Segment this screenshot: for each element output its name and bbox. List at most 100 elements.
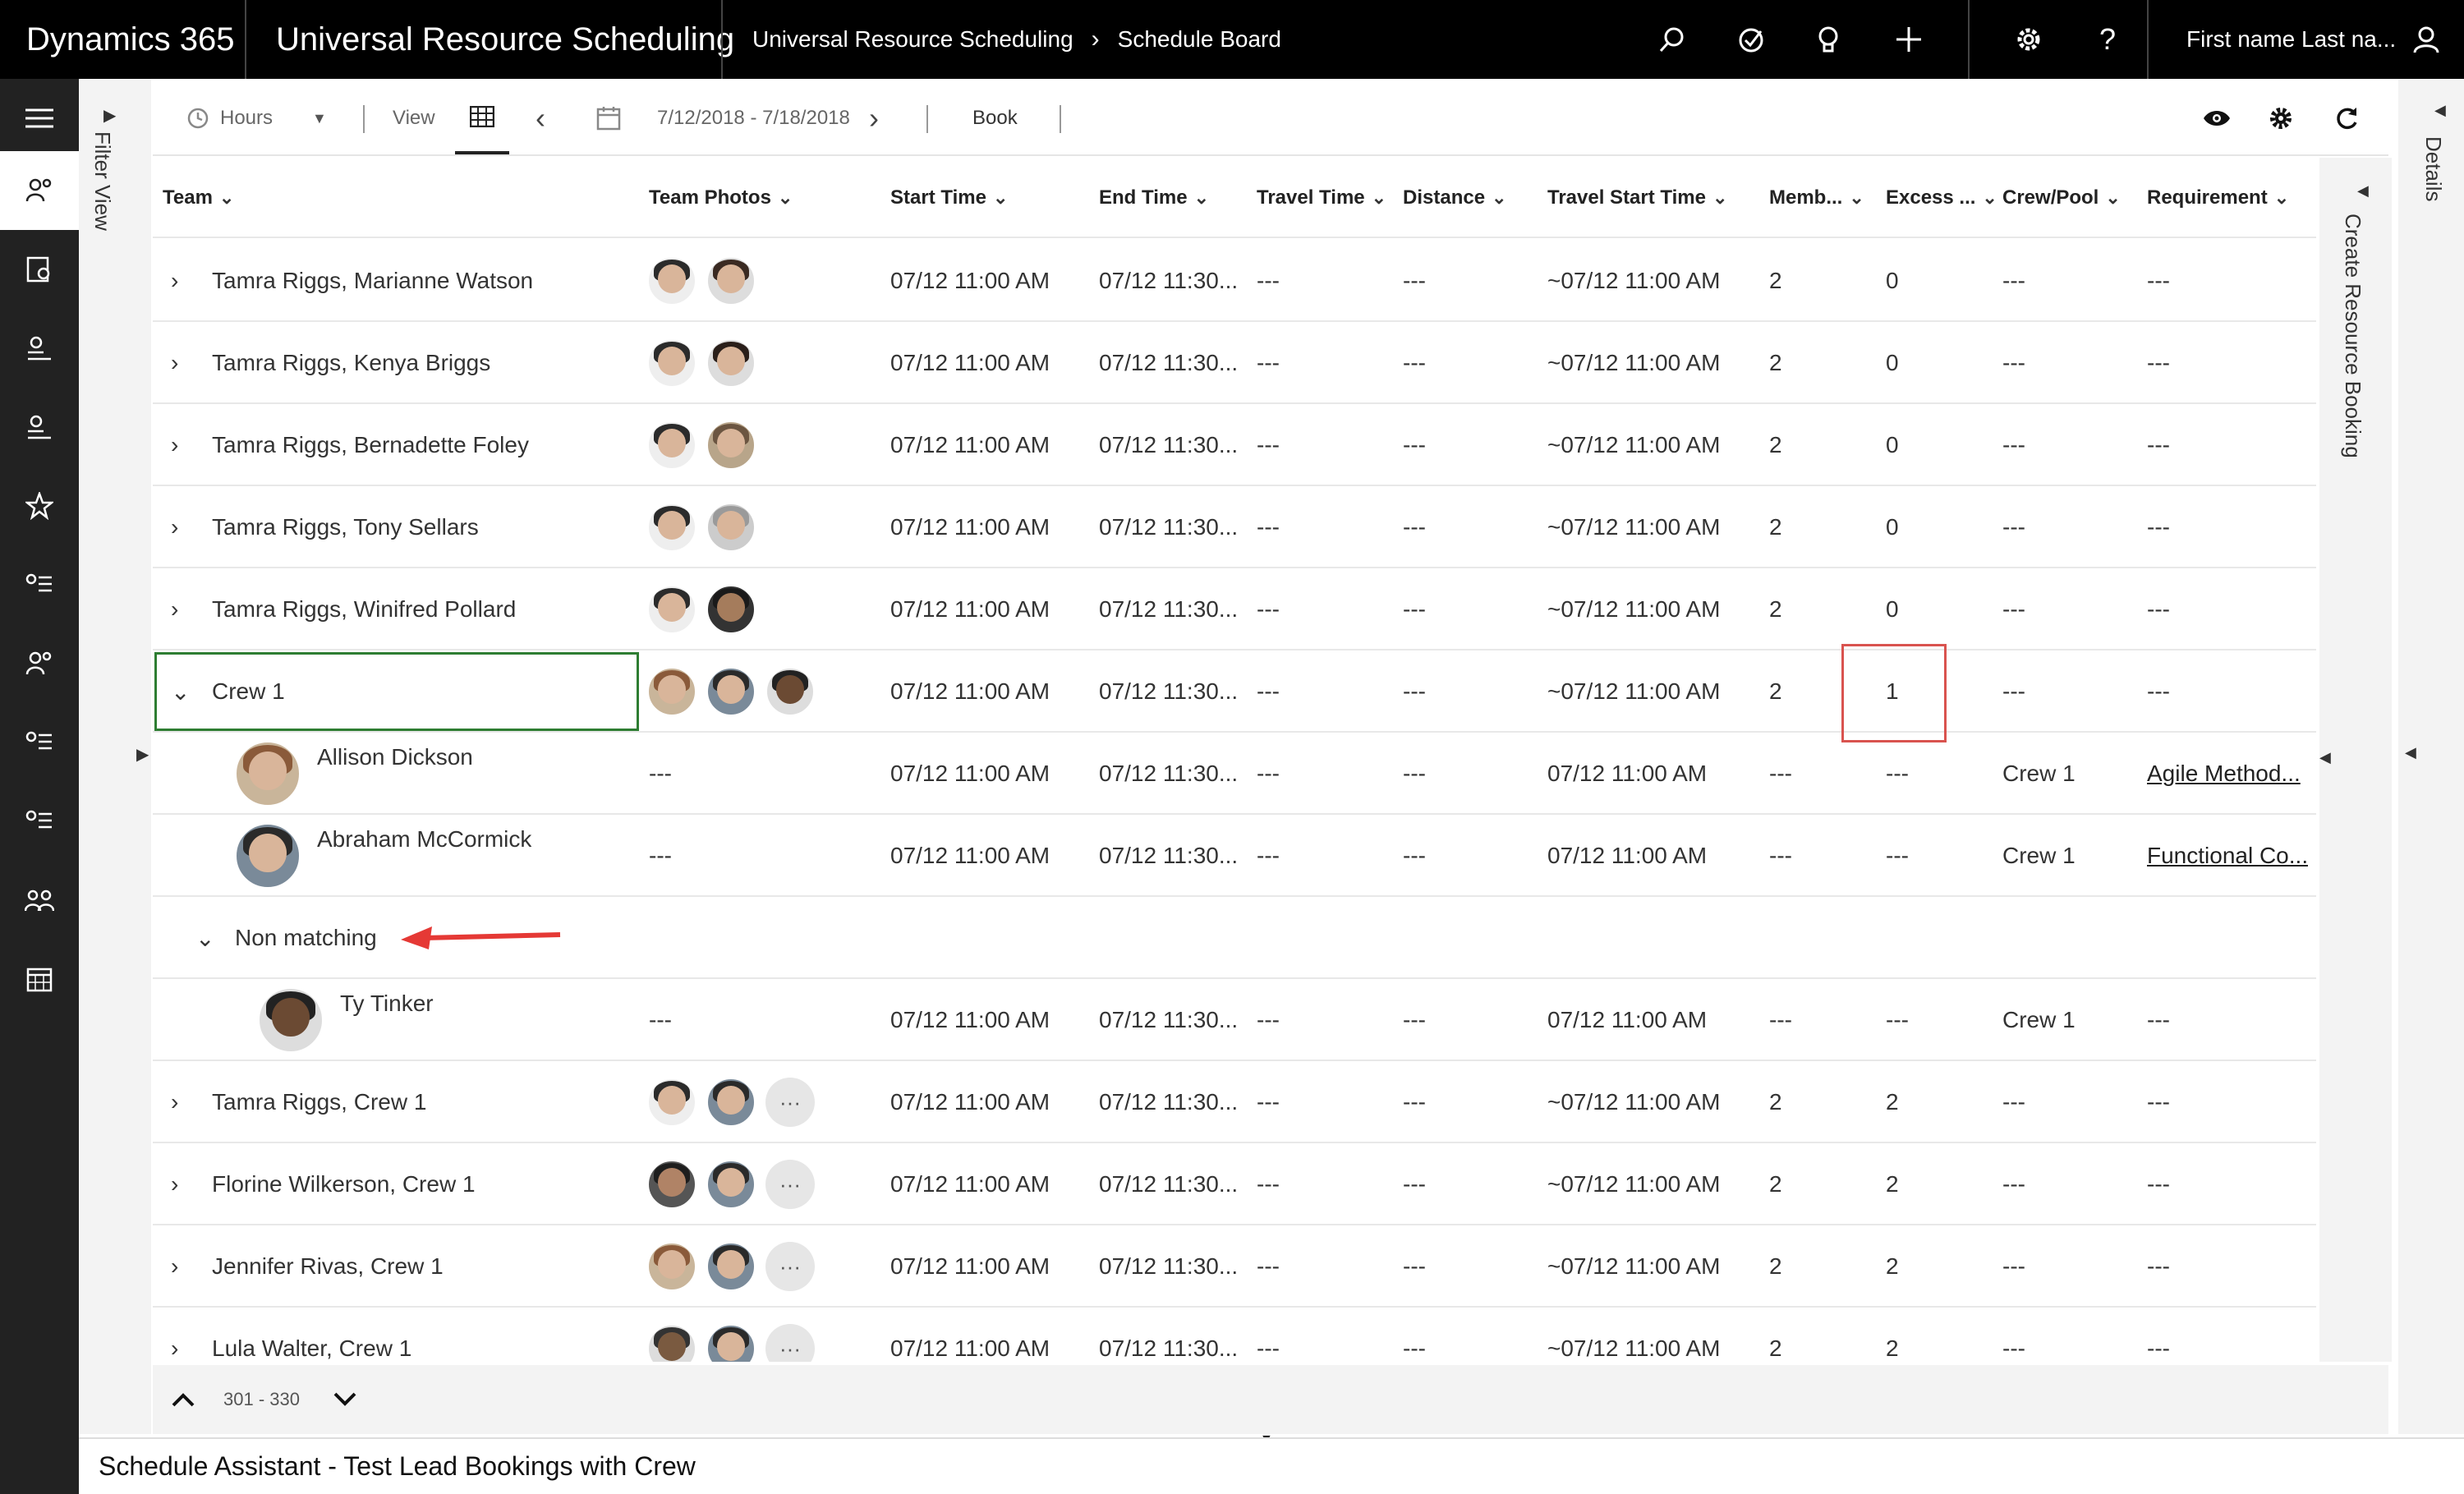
nav-booking-status-icon[interactable] (0, 388, 79, 467)
grid-view-icon[interactable] (455, 82, 509, 154)
nav-crew-icon[interactable] (0, 624, 79, 703)
details-panel[interactable]: ◀ ◀ (2398, 79, 2464, 1434)
previous-icon[interactable]: ‹ (536, 82, 545, 154)
date-range[interactable]: 7/12/2018 - 7/18/2018 (657, 82, 850, 154)
column-header-distance[interactable]: Distance ⌄ (1403, 158, 1506, 238)
table-row[interactable]: › Tamra Riggs, Winifred Pollard 07/12 11… (153, 568, 2316, 650)
refresh-icon[interactable] (2334, 82, 2359, 154)
app-name[interactable]: Universal Resource Scheduling (276, 0, 734, 79)
avatar (706, 1242, 756, 1291)
calendar-icon[interactable] (0, 940, 79, 1018)
travel-time: --- (1257, 761, 1280, 786)
star-icon[interactable] (0, 467, 79, 545)
column-header-requirement[interactable]: Requirement ⌄ (2147, 158, 2289, 238)
plus-icon[interactable] (1887, 18, 1930, 61)
column-header-team-photos[interactable]: Team Photos ⌄ (649, 158, 793, 238)
user-menu[interactable]: First name Last na... (2186, 0, 2440, 79)
nav-list-icon[interactable] (0, 545, 79, 624)
calendar-icon[interactable] (596, 82, 621, 154)
table-row-member[interactable]: Abraham McCormick --- 07/12 11:00 AM 07/… (153, 815, 2316, 897)
more-members-icon[interactable]: ··· (765, 1242, 815, 1291)
expand-chevron-icon[interactable]: › (171, 322, 178, 404)
nav-resources-icon[interactable] (0, 151, 79, 230)
task-icon[interactable] (1730, 18, 1772, 61)
expand-left-icon[interactable]: ◀ (2405, 744, 2416, 761)
more-members-icon[interactable]: ··· (765, 1078, 815, 1127)
expand-chevron-icon[interactable]: › (171, 568, 178, 650)
lightbulb-icon[interactable] (1807, 18, 1850, 61)
nav-bookings-icon[interactable] (0, 309, 79, 388)
expand-chevron-icon[interactable]: › (171, 1308, 178, 1362)
expand-right-icon[interactable]: ▶ (136, 744, 149, 765)
filter-view-panel[interactable]: ▶ ▶ (79, 79, 151, 1434)
expand-chevron-icon[interactable]: › (171, 240, 178, 322)
nav-list-icon[interactable] (0, 703, 79, 782)
requirement-link[interactable]: Agile Method... (2147, 733, 2301, 815)
expand-chevron-icon[interactable]: › (171, 404, 178, 486)
expand-chevron-icon[interactable]: › (171, 486, 178, 568)
hours-selector[interactable]: Hours ▼ (187, 82, 327, 154)
page-up-icon[interactable] (171, 1391, 195, 1408)
column-header-end-time[interactable]: End Time ⌄ (1099, 158, 1209, 238)
more-members-icon[interactable]: ··· (765, 1324, 815, 1362)
column-header-members[interactable]: Memb... ⌄ (1769, 158, 1864, 238)
excess: 2 (1886, 1089, 1899, 1115)
expand-chevron-icon[interactable]: › (171, 1225, 178, 1308)
table-row[interactable]: › Tamra Riggs, Bernadette Foley 07/12 11… (153, 404, 2316, 486)
table-row-crew[interactable]: ⌄ Crew 1 07/12 11:00 AM 07/12 11:30... -… (153, 644, 2316, 742)
nav-requirements-icon[interactable] (0, 230, 79, 309)
nav-team-icon[interactable] (0, 861, 79, 940)
clock-icon (187, 108, 209, 129)
breadcrumb-item-schedule-board[interactable]: Schedule Board (1118, 26, 1281, 53)
help-icon[interactable]: ? (2086, 18, 2129, 61)
column-header-travel-time[interactable]: Travel Time ⌄ (1257, 158, 1386, 238)
expand-left-icon[interactable]: ◀ (2357, 182, 2369, 200)
team-photos: --- (649, 843, 672, 868)
requirement: --- (2147, 350, 2170, 375)
hamburger-icon[interactable] (0, 79, 79, 158)
member-name: Allison Dickson (317, 744, 473, 770)
breadcrumb-item-urs[interactable]: Universal Resource Scheduling (752, 26, 1073, 53)
create-resource-booking-label[interactable]: Create Resource Booking (2340, 214, 2365, 458)
table-row[interactable]: › Tamra Riggs, Kenya Briggs 07/12 11:00 … (153, 322, 2316, 404)
table-row[interactable]: › Tamra Riggs, Marianne Watson 07/12 11:… (153, 240, 2316, 322)
settings-icon[interactable] (2269, 82, 2293, 154)
expand-chevron-icon[interactable]: › (171, 1061, 178, 1143)
divider (245, 0, 246, 79)
more-members-icon[interactable]: ··· (765, 1160, 815, 1209)
brand-title[interactable]: Dynamics 365 (26, 0, 234, 79)
column-header-excess[interactable]: Excess ... ⌄ (1886, 158, 1997, 238)
column-header-travel-start-time[interactable]: Travel Start Time ⌄ (1547, 158, 1727, 238)
expand-chevron-icon[interactable]: › (171, 1143, 178, 1225)
page-down-icon[interactable] (333, 1391, 357, 1408)
distance: --- (1403, 1089, 1426, 1115)
search-icon[interactable] (1651, 18, 1694, 61)
column-header-team[interactable]: Team ⌄ (163, 158, 234, 238)
table-row[interactable]: › Jennifer Rivas, Crew 1 ··· 07/12 11:00… (153, 1225, 2316, 1308)
book-button[interactable]: Book (972, 82, 1018, 154)
expand-right-icon[interactable]: ▶ (103, 105, 116, 126)
next-icon[interactable]: › (869, 82, 879, 154)
non-matching-group[interactable]: ⌄ Non matching (153, 897, 2316, 979)
column-header-crew-pool[interactable]: Crew/Pool ⌄ (2002, 158, 2121, 238)
avatar (706, 1078, 756, 1127)
collapse-chevron-icon[interactable]: ⌄ (171, 650, 190, 733)
table-row[interactable]: › Tamra Riggs, Crew 1 ··· 07/12 11:00 AM… (153, 1061, 2316, 1143)
filter-view-label[interactable]: Filter View (90, 131, 115, 231)
expand-left-icon[interactable]: ◀ (2434, 102, 2446, 119)
table-row[interactable]: › Florine Wilkerson, Crew 1 ··· 07/12 11… (153, 1143, 2316, 1225)
distance: --- (1403, 350, 1426, 375)
details-label[interactable]: Details (2420, 136, 2446, 201)
avatar (647, 1242, 696, 1291)
column-header-start-time[interactable]: Start Time ⌄ (890, 158, 1008, 238)
requirement-link[interactable]: Functional Co... (2147, 815, 2308, 897)
gear-icon[interactable] (2007, 18, 2050, 61)
table-row[interactable]: › Lula Walter, Crew 1 ··· 07/12 11:00 AM… (153, 1308, 2316, 1362)
table-row-member[interactable]: Ty Tinker --- 07/12 11:00 AM 07/12 11:30… (153, 979, 2316, 1061)
expand-left-icon[interactable]: ◀ (2319, 749, 2331, 766)
nav-list-icon[interactable] (0, 782, 79, 861)
view-label[interactable]: View (393, 82, 435, 154)
eye-icon[interactable] (2203, 82, 2231, 154)
table-row[interactable]: › Tamra Riggs, Tony Sellars 07/12 11:00 … (153, 486, 2316, 568)
collapse-chevron-icon[interactable]: ⌄ (195, 897, 214, 979)
